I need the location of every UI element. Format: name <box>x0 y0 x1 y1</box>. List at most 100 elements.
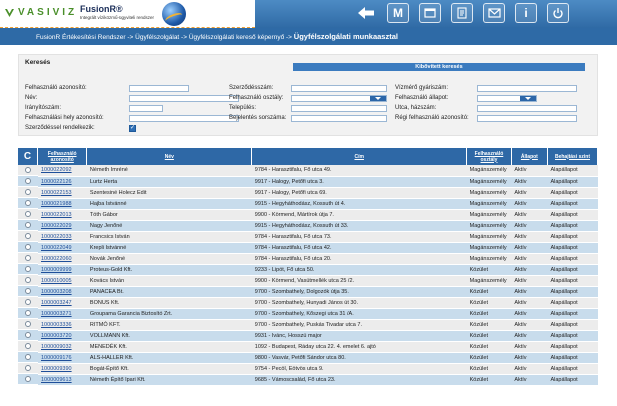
user-id-input[interactable] <box>129 85 189 92</box>
row-select-radio[interactable] <box>25 244 31 250</box>
location-id-input[interactable] <box>129 115 239 122</box>
report-number-input[interactable] <box>291 115 387 122</box>
table-row[interactable]: 1000003271 Groupama Garancia Biztosító Zr… <box>38 308 598 320</box>
row-select-radio[interactable] <box>25 321 31 327</box>
notes-icon[interactable] <box>451 3 473 23</box>
row-user-id-link[interactable]: 1000022092 <box>38 165 87 177</box>
row-select-radio[interactable] <box>25 211 31 217</box>
row-select-radio[interactable] <box>25 354 31 360</box>
row-user-id-link[interactable]: 1000009390 <box>38 363 87 375</box>
select-column-header[interactable]: C <box>18 148 38 165</box>
back-icon[interactable] <box>355 3 377 23</box>
table-row[interactable]: 1000010005 Kovács István 9900 - Körmend, V… <box>38 275 598 287</box>
row-select-radio[interactable] <box>25 255 31 261</box>
row-select-radio[interactable] <box>25 189 31 195</box>
row-status: Aktív <box>511 231 548 243</box>
column-header-user-id[interactable]: Felhasználó azonosító <box>38 148 88 165</box>
row-user-id-link[interactable]: 1000003271 <box>38 308 87 320</box>
row-user-id-link[interactable]: 1000009613 <box>38 374 87 386</box>
table-row[interactable]: 1000022126 Lurtz Herta 9917 - Halogy, Pető… <box>38 176 598 188</box>
table-row[interactable]: 1000021988 Hajba Istvánné 9915 - Hegyhátho… <box>38 198 598 210</box>
row-user-id-link[interactable]: 1000009176 <box>38 352 87 364</box>
row-select-radio[interactable] <box>25 266 31 272</box>
table-row[interactable]: 1000022029 Nagy Jenőné 9915 - Hegyháthodás… <box>38 220 598 232</box>
table-row[interactable]: 1000003208 PANACEA Bt. 9700 - Szombathely,… <box>38 286 598 298</box>
row-select-radio[interactable] <box>25 365 31 371</box>
row-collection-level: Alapállapot <box>547 209 598 221</box>
row-user-id-link[interactable]: 1000003247 <box>38 297 87 309</box>
row-user-class: Közület <box>466 319 512 331</box>
breadcrumb-path[interactable]: FusionR Értékesítési Rendszer -> Ügyféls… <box>36 34 294 41</box>
row-user-id-link[interactable]: 1000009999 <box>38 264 87 276</box>
row-select-radio[interactable] <box>25 167 31 173</box>
table-row[interactable]: 1000009176 ALS-HALLER Kft. 9800 - Vasvár, … <box>38 352 598 364</box>
row-select-radio[interactable] <box>25 332 31 338</box>
row-user-id-link[interactable]: 1000003208 <box>38 286 87 298</box>
row-address: 9917 - Halogy, Petőfi utca 3. <box>251 176 467 188</box>
table-row[interactable]: 1000003336 RITMÓ KFT. 9700 - Szombathely, … <box>38 319 598 331</box>
postal-code-input[interactable] <box>129 105 163 112</box>
row-user-id-link[interactable]: 1000003336 <box>38 319 87 331</box>
table-row[interactable]: 1000009613 Németh Építő Ipari Kft. 9685 - … <box>38 374 598 386</box>
column-header-user-class[interactable]: Felhasználó osztály <box>466 148 512 165</box>
table-row[interactable]: 1000022092 Németh Imréné 9784 - Harasztifa… <box>38 165 598 177</box>
row-status: Aktív <box>511 286 548 298</box>
row-select-radio[interactable] <box>25 277 31 283</box>
table-row[interactable]: 1000022049 Krepli Istvánné 9784 - Haraszti… <box>38 242 598 254</box>
row-collection-level: Alapállapot <box>547 264 598 276</box>
name-input[interactable] <box>129 95 239 102</box>
row-user-id-link[interactable]: 1000022049 <box>38 242 87 254</box>
table-row[interactable]: 1000009999 Proteus-Gold Kft. 9233 - Lipót,… <box>38 264 598 276</box>
row-collection-level: Alapállapot <box>547 352 598 364</box>
table-row[interactable]: 1000009390 Bogát-Építő Kft. 9754 - Pecöl, … <box>38 363 598 375</box>
row-user-id-link[interactable]: 1000021988 <box>38 198 87 210</box>
m-module-icon[interactable]: M <box>387 3 409 23</box>
row-select-radio[interactable] <box>25 233 31 239</box>
info-icon[interactable]: i <box>515 3 537 23</box>
table-row[interactable]: 1000003247 BONUS Kft. 9700 - Szombathely, … <box>38 297 598 309</box>
contract-number-label: Szerződésszám: <box>229 85 274 91</box>
user-class-select[interactable] <box>291 95 387 102</box>
row-select-cell <box>18 363 38 374</box>
row-user-id-link[interactable]: 1000010005 <box>38 275 87 287</box>
column-header-status[interactable]: Állapot <box>511 148 548 165</box>
row-user-id-link[interactable]: 1000022033 <box>38 231 87 243</box>
street-input[interactable] <box>477 105 577 112</box>
row-user-id-link[interactable]: 1000022126 <box>38 176 87 188</box>
row-select-radio[interactable] <box>25 200 31 206</box>
row-select-radio[interactable] <box>25 222 31 228</box>
user-status-select[interactable] <box>477 95 537 102</box>
row-select-radio[interactable] <box>25 299 31 305</box>
row-select-radio[interactable] <box>25 178 31 184</box>
row-select-radio[interactable] <box>25 288 31 294</box>
contract-number-input[interactable] <box>291 85 387 92</box>
column-header-collection-level[interactable]: Behajtási szint <box>547 148 599 165</box>
old-user-id-input[interactable] <box>477 115 577 122</box>
window-icon[interactable] <box>419 3 441 23</box>
table-row[interactable]: 1000003720 VOLLMANN Kft. 9931 - Ivánc, Hos… <box>38 330 598 342</box>
row-user-id-link[interactable]: 1000022153 <box>38 187 87 199</box>
settlement-input[interactable] <box>291 105 387 112</box>
row-select-radio[interactable] <box>25 343 31 349</box>
column-header-address[interactable]: Cím <box>251 148 468 165</box>
row-user-id-link[interactable]: 1000022013 <box>38 209 87 221</box>
meter-serial-input[interactable] <box>477 85 577 92</box>
row-user-id-link[interactable]: 1000009032 <box>38 341 87 353</box>
row-user-id-link[interactable]: 1000003720 <box>38 330 87 342</box>
advanced-search-button[interactable]: Kibővített keresés <box>293 63 585 71</box>
row-collection-level: Alapállapot <box>547 286 598 298</box>
column-header-name[interactable]: Név <box>86 148 253 165</box>
mail-icon[interactable] <box>483 3 505 23</box>
table-row[interactable]: 1000009032 MENEDÉK Kft. 1092 - Budapest, R… <box>38 341 598 353</box>
table-row[interactable]: 1000022060 Novák Jenőné 9784 - Harasztifal… <box>38 253 598 265</box>
power-icon[interactable] <box>547 3 569 23</box>
row-user-id-link[interactable]: 1000022060 <box>38 253 87 265</box>
has-contract-checkbox[interactable]: ✓ <box>129 125 136 132</box>
row-user-id-link[interactable]: 1000022029 <box>38 220 87 232</box>
row-select-radio[interactable] <box>25 376 31 382</box>
table-row[interactable]: 1000022153 Szentesiné Holecz Edit 9917 - H… <box>38 187 598 199</box>
table-row[interactable]: 1000022033 Francsics István 9784 - Haraszt… <box>38 231 598 243</box>
row-collection-level: Alapállapot <box>547 363 598 375</box>
row-select-radio[interactable] <box>25 310 31 316</box>
table-row[interactable]: 1000022013 Tóth Gábor 9900 - Körmend, Márt… <box>38 209 598 221</box>
